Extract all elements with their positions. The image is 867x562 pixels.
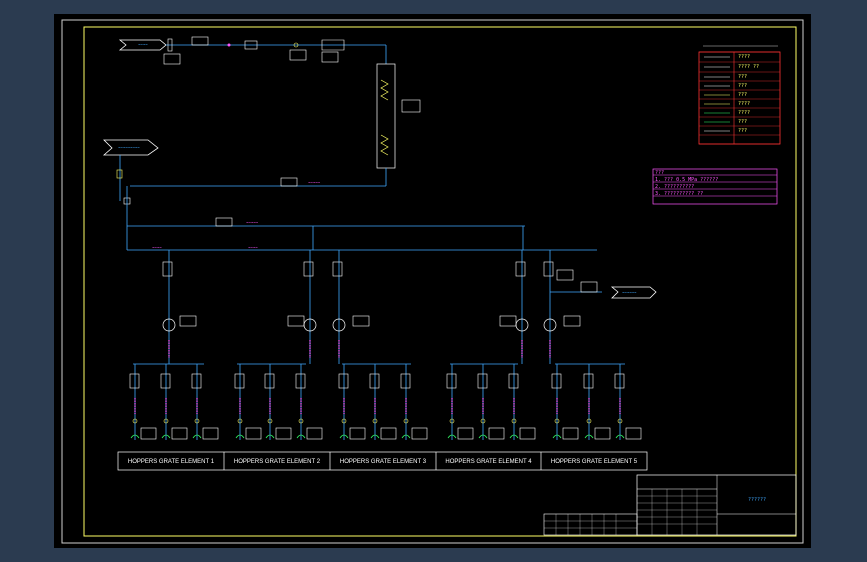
legend-row-9: ??? [738, 128, 748, 134]
hopper-label-5: HOPPERS GRATE ELEMENT 5 [550, 459, 638, 465]
title-block-title: ?????? [748, 497, 767, 503]
hopper-label-4: HOPPERS GRATE ELEMENT 4 [445, 459, 532, 465]
note-line-3: 2. ?????????? [655, 184, 695, 190]
legend-row-8: ??? [738, 119, 748, 125]
svg-text:~~~~: ~~~~ [152, 245, 162, 250]
legend-row-2: ???? ?? [738, 64, 760, 70]
note-line-4: 3. ?????????? ?? [655, 191, 704, 197]
svg-text:~~~~~~~~~: ~~~~~~~~~ [118, 145, 140, 150]
svg-text:~~~~: ~~~~ [248, 245, 258, 250]
legend-row-6: ???? [738, 101, 751, 107]
legend-row-3: ??? [738, 74, 748, 80]
svg-text:~~~~: ~~~~ [138, 42, 148, 47]
legend-row-7: ???? [738, 110, 751, 116]
legend-row-1: ???? [738, 54, 751, 60]
legend-row-5: ??? [738, 92, 748, 98]
svg-text:~~~~~: ~~~~~ [308, 180, 321, 185]
hopper-label-2: HOPPERS GRATE ELEMENT 2 [233, 459, 321, 465]
hopper-label-1: HOPPERS GRATE ELEMENT 1 [127, 459, 215, 465]
note-line-1: ??? [655, 170, 665, 176]
legend-row-4: ??? [738, 83, 748, 89]
note-line-2: 1. ??? 0.5 MPa ?????? [655, 177, 719, 183]
svg-text:~~~~~: ~~~~~ [246, 220, 259, 225]
drawing-canvas: ~~~~ ~~~~~~~~~ ~~~~~ ~~~~~ ~~~~ ~~~~ ~~~… [54, 14, 811, 548]
hopper-label-3: HOPPERS GRATE ELEMENT 3 [339, 459, 427, 465]
svg-text:~~~~~~: ~~~~~~ [622, 290, 637, 295]
